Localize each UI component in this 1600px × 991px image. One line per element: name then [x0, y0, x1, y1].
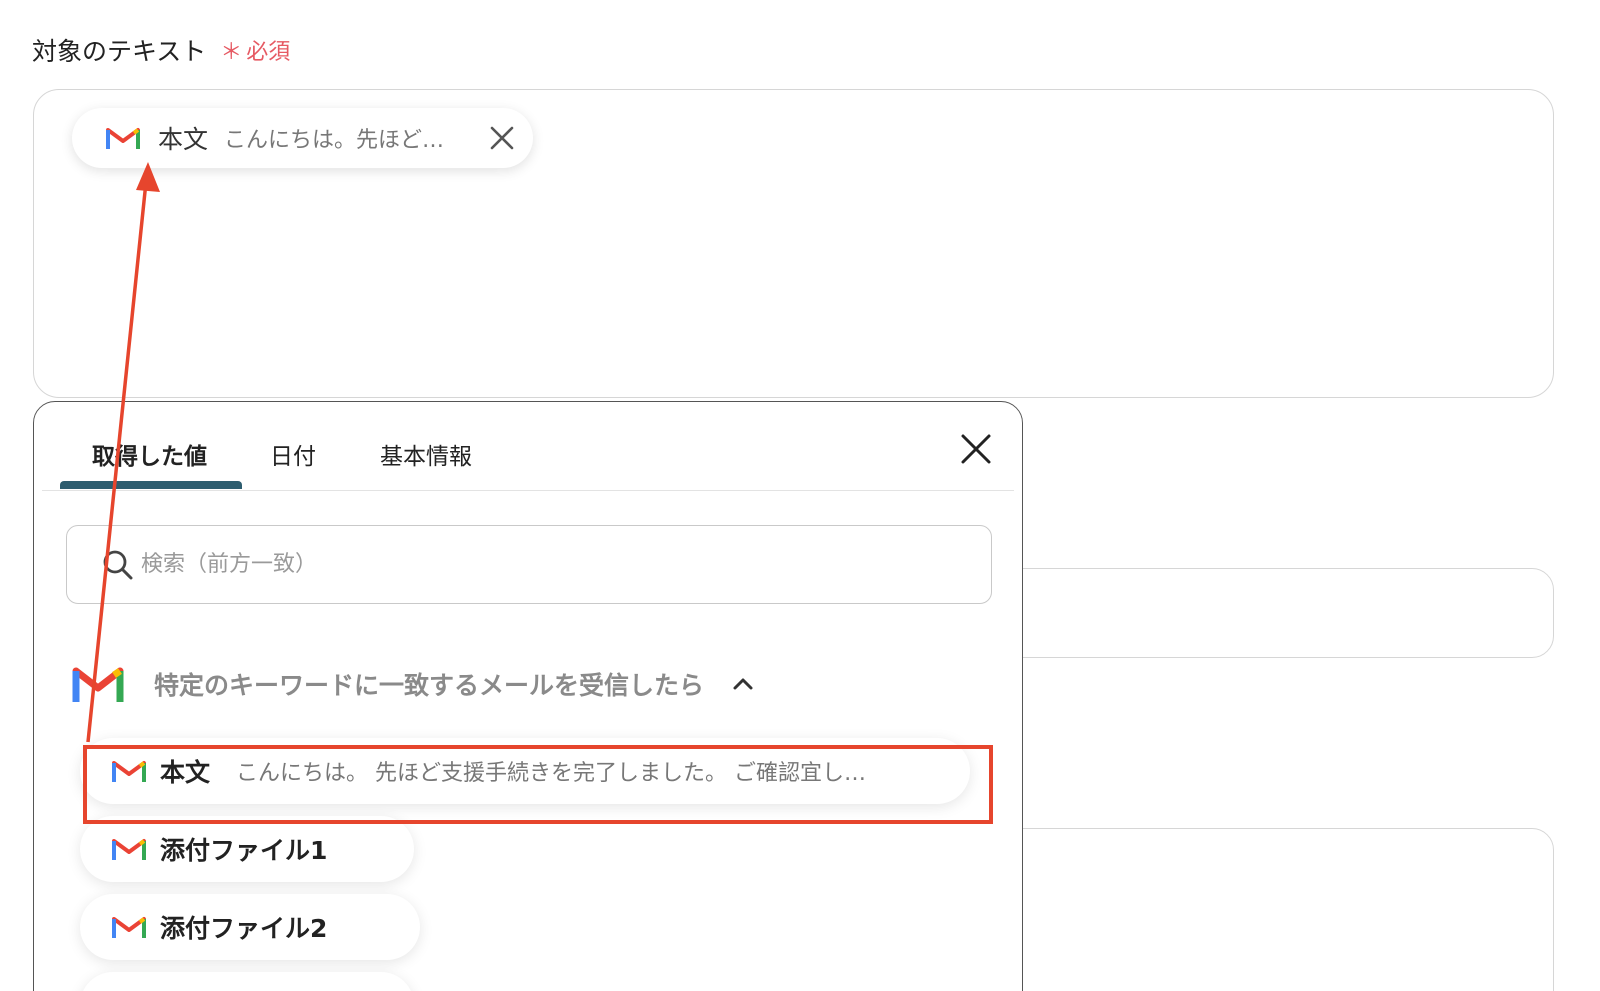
chip-name: 本文: [158, 125, 209, 154]
field-label: 対象のテキスト ＊ 必須: [32, 32, 290, 68]
search-input[interactable]: [141, 552, 941, 577]
annotation-highlight-box: [83, 745, 993, 824]
search-box[interactable]: [66, 525, 992, 604]
tab-acquired-values[interactable]: 取得した値: [92, 437, 207, 471]
active-tab-indicator: [60, 481, 242, 489]
item-name: 添付ファイル2: [160, 914, 328, 943]
gmail-icon: [106, 128, 140, 149]
required-asterisk: ＊: [220, 40, 243, 65]
item-name: 添付ファイル1: [160, 836, 328, 865]
gmail-icon: [112, 917, 146, 938]
close-icon[interactable]: [959, 432, 993, 466]
chevron-up-icon[interactable]: [732, 673, 754, 695]
background-input-field[interactable]: [980, 568, 1554, 658]
selected-value-chip[interactable]: 本文 こんにちは。先ほど…: [72, 108, 533, 168]
value-picker-panel: 取得した値 日付 基本情報 特定のキーワードに一致するメールを受信したら: [33, 401, 1023, 991]
background-textarea-field[interactable]: [980, 828, 1554, 991]
close-icon[interactable]: [487, 123, 517, 153]
gmail-icon: [72, 667, 124, 702]
gmail-icon: [112, 839, 146, 860]
field-label-text: 対象のテキスト: [32, 37, 207, 66]
required-text: 必須: [246, 40, 291, 65]
tab-basic-info[interactable]: 基本情報: [380, 437, 472, 471]
chip-preview: こんにちは。先ほど…: [224, 128, 445, 153]
trigger-group-header[interactable]: 特定のキーワードに一致するメールを受信したら: [72, 664, 754, 704]
list-item-attachment-2[interactable]: 添付ファイル2: [80, 894, 420, 960]
search-icon: [103, 550, 133, 579]
tab-date[interactable]: 日付: [270, 437, 316, 471]
group-title: 特定のキーワードに一致するメールを受信したら: [154, 671, 705, 700]
tab-bar: 取得した値 日付 基本情報: [42, 402, 1014, 491]
list-item[interactable]: [80, 972, 414, 991]
list-item-attachment-1[interactable]: 添付ファイル1: [80, 816, 414, 882]
